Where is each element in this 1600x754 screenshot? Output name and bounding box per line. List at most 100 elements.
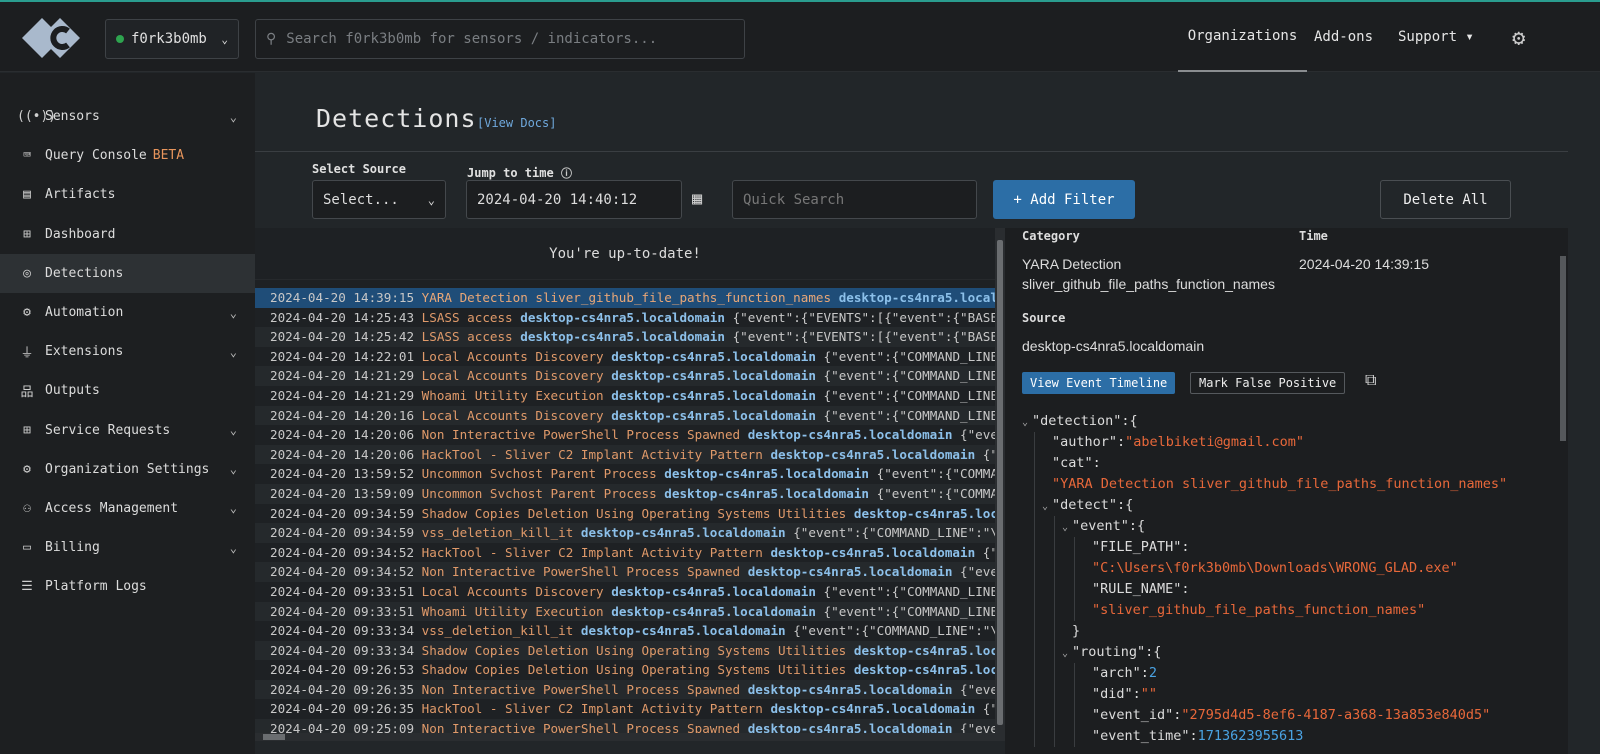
- row-category: vss_deletion_kill_it: [421, 525, 574, 541]
- chevron-down-icon[interactable]: ⌄: [1062, 517, 1072, 538]
- list-status: You're up-to-date!: [255, 228, 995, 280]
- row-json: {"event":{"COMMAND_LINE": [823, 348, 995, 364]
- json-value: "": [1140, 686, 1158, 702]
- sidebar-item-detections[interactable]: ◎ Detections: [0, 253, 255, 293]
- row-json: {"event: [960, 564, 995, 580]
- row-json: {"e: [982, 446, 995, 462]
- calendar-icon[interactable]: ▦: [692, 189, 702, 209]
- row-category: Local Accounts Discovery: [421, 583, 604, 599]
- quick-search-input[interactable]: [743, 191, 976, 208]
- sidebar-item-query-console[interactable]: ⌨ Query Console BETA: [0, 136, 255, 175]
- detail-scrollbar[interactable]: [1558, 228, 1568, 754]
- detection-row[interactable]: 2024-04-20 14:20:06 HackTool - Sliver C2…: [255, 444, 995, 465]
- row-json: {"event: [960, 721, 995, 733]
- detection-row[interactable]: 2024-04-20 09:33:51 Whoami Utility Execu…: [255, 601, 995, 622]
- sidebar-item-billing[interactable]: ▭ Billing ⌄: [0, 528, 255, 567]
- detection-row[interactable]: 2024-04-20 09:34:52 HackTool - Sliver C2…: [255, 543, 995, 563]
- copy-icon[interactable]: ⧉: [1365, 372, 1376, 390]
- time-input[interactable]: [466, 180, 682, 219]
- sidebar-item-label: Detections: [45, 265, 124, 281]
- mark-false-positive-button[interactable]: Mark False Positive: [1190, 372, 1346, 394]
- nav-support[interactable]: Support ▾: [1398, 2, 1474, 72]
- row-json: {"event":{"COMMAND_LINE": [823, 387, 995, 403]
- sidebar-item-platform-logs[interactable]: ☰ Platform Logs: [0, 567, 255, 606]
- chevron-down-icon[interactable]: ⌄: [1062, 643, 1072, 664]
- sidebar-item-artifacts[interactable]: ▤ Artifacts: [0, 175, 255, 214]
- sidebar-item-organization-settings[interactable]: ⚙ Organization Settings ⌄: [0, 450, 255, 489]
- list-horizontal-scrollbar[interactable]: [255, 733, 1005, 741]
- indent-guide: [1054, 705, 1055, 726]
- sidebar-item-access-management[interactable]: ⚇ Access Management ⌄: [0, 489, 255, 528]
- json-line: "event_time":1713623955613: [1022, 726, 1507, 747]
- sidebar-item-automation[interactable]: ⚙ Automation ⌄: [0, 293, 255, 332]
- row-host: desktop-cs4nra5.loca: [853, 662, 995, 678]
- org-selector[interactable]: f0rk3b0mb ⌄: [105, 19, 239, 59]
- detection-row[interactable]: 2024-04-20 09:33:51 Local Accounts Disco…: [255, 582, 995, 602]
- indent-guide: [1054, 537, 1055, 558]
- indent-guide: [1034, 642, 1035, 663]
- detection-row[interactable]: 2024-04-20 09:26:35 Non Interactive Powe…: [255, 679, 995, 700]
- add-filter-button[interactable]: + Add Filter: [993, 180, 1135, 219]
- sidebar-item-service-requests[interactable]: ⊞ Service Requests ⌄: [0, 411, 255, 450]
- sidebar-item-sensors[interactable]: ((•)) Sensors ⌄: [0, 97, 255, 136]
- indent-guide: [1034, 726, 1035, 747]
- sidebar-item-label: Outputs: [45, 383, 100, 399]
- sidebar-item-dashboard[interactable]: ⊞ Dashboard: [0, 215, 255, 254]
- list-vertical-scrollbar[interactable]: [995, 228, 1005, 733]
- detection-row[interactable]: 2024-04-20 14:20:06 Non Interactive Powe…: [255, 425, 995, 445]
- sidebar-item-outputs[interactable]: 品 Outputs: [0, 371, 255, 410]
- gear-icon[interactable]: ⚙: [1512, 26, 1525, 51]
- detection-row[interactable]: 2024-04-20 13:59:09 Uncommon Svchost Par…: [255, 483, 995, 504]
- detection-row[interactable]: 2024-04-20 09:26:35 HackTool - Sliver C2…: [255, 699, 995, 719]
- detection-row[interactable]: 2024-04-20 14:25:43 LSASS access desktop…: [255, 308, 995, 328]
- global-search[interactable]: ⚲: [255, 19, 745, 59]
- json-line: "event_id":"2795d4d5-8ef6-4187-a368-13a8…: [1022, 705, 1507, 726]
- detection-row[interactable]: 2024-04-20 09:26:53 Shadow Copies Deleti…: [255, 660, 995, 680]
- detection-row[interactable]: 2024-04-20 14:25:42 LSASS access desktop…: [255, 327, 995, 347]
- row-category: Local Accounts Discovery: [421, 407, 604, 423]
- json-key: "event_id":: [1092, 707, 1182, 723]
- time-input-field[interactable]: [477, 191, 681, 208]
- sidebar-icon: ⚙: [23, 461, 31, 477]
- json-line: "arch":2: [1022, 663, 1507, 684]
- logo[interactable]: [20, 16, 82, 64]
- detection-row[interactable]: 2024-04-20 09:34:52 Non Interactive Powe…: [255, 562, 995, 582]
- detection-row[interactable]: 2024-04-20 14:22:01 Local Accounts Disco…: [255, 347, 995, 367]
- chevron-down-icon[interactable]: ⌄: [1022, 412, 1032, 433]
- chevron-down-icon: ⌄: [427, 192, 435, 207]
- detections-list: You're up-to-date! 2024-04-20 14:39:15 Y…: [255, 228, 995, 733]
- detection-row[interactable]: 2024-04-20 09:25:09 Non Interactive Powe…: [255, 719, 995, 733]
- view-docs-link[interactable]: [View Docs]: [477, 116, 556, 130]
- indent-guide: [1074, 558, 1075, 579]
- quick-search[interactable]: [732, 180, 977, 219]
- nav-addons[interactable]: Add-ons: [1314, 2, 1373, 72]
- detection-row[interactable]: 2024-04-20 14:21:29 Local Accounts Disco…: [255, 366, 995, 386]
- row-time: 2024-04-20 14:25:43: [270, 309, 415, 325]
- sidebar-icon: ((•)): [17, 109, 57, 125]
- detection-row[interactable]: 2024-04-20 09:33:34 vss_deletion_kill_it…: [255, 621, 995, 641]
- detection-row[interactable]: 2024-04-20 09:34:59 vss_deletion_kill_it…: [255, 523, 995, 543]
- chevron-down-icon[interactable]: ⌄: [1042, 496, 1052, 517]
- row-time: 2024-04-20 09:25:09: [270, 721, 415, 733]
- detection-row[interactable]: 2024-04-20 13:59:52 Uncommon Svchost Par…: [255, 464, 995, 484]
- row-time: 2024-04-20 09:26:35: [270, 701, 415, 717]
- detection-row[interactable]: 2024-04-20 09:34:59 Shadow Copies Deleti…: [255, 504, 995, 524]
- delete-all-button[interactable]: Delete All: [1380, 180, 1511, 219]
- detection-row[interactable]: 2024-04-20 14:21:29 Whoami Utility Execu…: [255, 386, 995, 406]
- search-input[interactable]: [286, 31, 717, 47]
- json-key: "did":: [1092, 686, 1141, 702]
- sidebar-item-extensions[interactable]: ⏚ Extensions ⌄: [0, 332, 255, 371]
- row-time: 2024-04-20 14:20:06: [270, 427, 415, 443]
- row-host: desktop-cs4nra5.localdomain: [664, 466, 870, 482]
- info-icon[interactable]: ⓘ: [561, 167, 572, 180]
- nav-organizations[interactable]: Organizations: [1178, 2, 1307, 72]
- category-value: YARA Detection sliver_github_file_paths_…: [1022, 256, 1275, 292]
- row-host: desktop-cs4nra5.localdomain: [747, 721, 953, 733]
- row-host: desktop-cs4nra5.localdomain: [611, 407, 816, 423]
- view-event-timeline-button[interactable]: View Event Timeline: [1022, 372, 1176, 394]
- detection-row[interactable]: 2024-04-20 14:20:16 Local Accounts Disco…: [255, 405, 995, 426]
- detection-row[interactable]: 2024-04-20 14:39:15 YARA Detection slive…: [255, 288, 995, 308]
- detection-row[interactable]: 2024-04-20 09:33:34 Shadow Copies Deleti…: [255, 640, 995, 661]
- indent-guide: [1034, 495, 1035, 516]
- source-select[interactable]: Select... ⌄: [312, 180, 446, 219]
